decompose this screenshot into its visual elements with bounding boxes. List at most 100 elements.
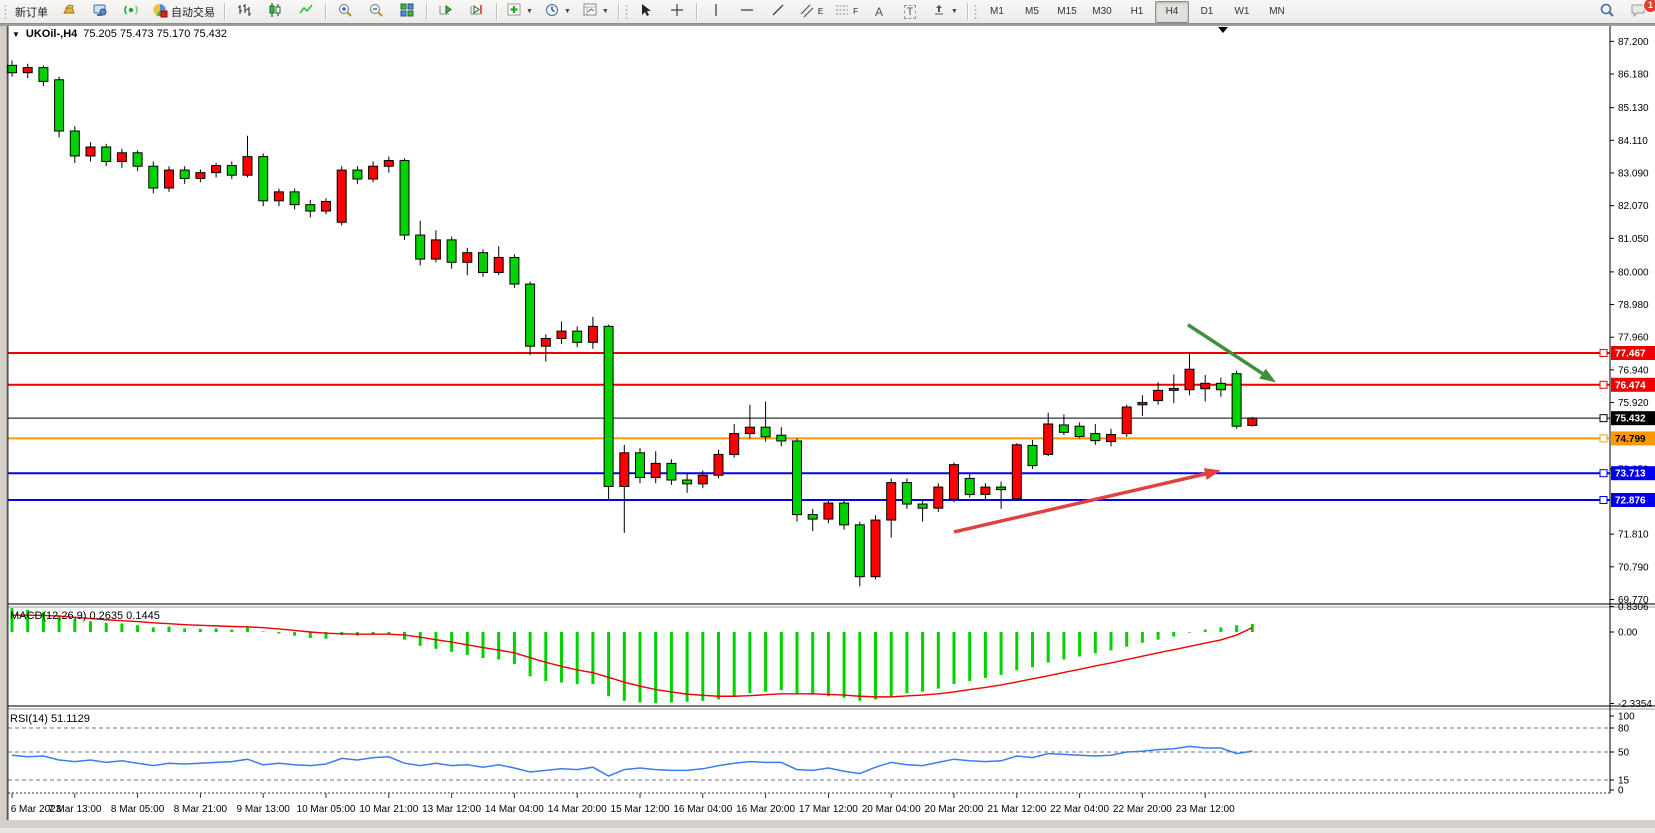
svg-text:22 Mar 20:00: 22 Mar 20:00 (1113, 804, 1172, 815)
templates-button[interactable]: ▼ (577, 1, 614, 23)
svg-text:-2.3354: -2.3354 (1618, 699, 1652, 710)
rsi-indicator-label: RSI(14) 51.1129 (10, 713, 90, 725)
candle-body (1138, 403, 1147, 405)
chart-background (8, 26, 1655, 820)
text-tool-glyph: A (875, 5, 883, 19)
chart-shift-button[interactable] (462, 1, 492, 23)
candle-body (965, 478, 974, 494)
periods-button[interactable]: ▼ (539, 1, 576, 23)
svg-text:72.876: 72.876 (1615, 496, 1646, 507)
svg-text:20 Mar 20:00: 20 Mar 20:00 (925, 804, 984, 815)
candle-body (353, 170, 362, 179)
vertical-line-tool-button[interactable] (701, 1, 731, 23)
crosshair-tool-button[interactable] (662, 1, 692, 23)
candle-body (1107, 435, 1116, 442)
zoom-out-button[interactable] (361, 1, 391, 23)
tile-windows-icon (399, 2, 415, 21)
signals-button[interactable] (116, 1, 146, 23)
timeframe-button-m1[interactable]: M1 (980, 1, 1014, 23)
dropdown-arrow-icon: ▼ (602, 8, 609, 15)
arrows-tool-button[interactable]: ▼ (926, 1, 963, 23)
new-order-button[interactable]: 新订单 (10, 1, 53, 23)
candle-body (651, 463, 660, 477)
toolbar-separator (426, 3, 427, 20)
vertical-line-icon (708, 2, 724, 21)
svg-text:76.940: 76.940 (1618, 365, 1649, 376)
zoom-in-button[interactable] (330, 1, 360, 23)
toolbar: 新订单 自动交易 ▼ ▼ (0, 0, 1655, 24)
candle-body (479, 253, 488, 273)
svg-text:83.090: 83.090 (1618, 168, 1649, 179)
svg-text:81.050: 81.050 (1618, 234, 1649, 245)
dropdown-arrow-icon: ▼ (526, 8, 533, 15)
text-label-glyph: T (904, 5, 917, 19)
timeframe-button-h4[interactable]: H4 (1155, 1, 1189, 23)
candle-body (431, 240, 440, 259)
new-order-label: 新订单 (15, 4, 48, 20)
timeframe-button-h1[interactable]: H1 (1120, 1, 1154, 23)
chart-shift-icon (469, 2, 485, 21)
timeframe-button-d1[interactable]: D1 (1190, 1, 1224, 23)
candle-body (981, 487, 990, 494)
cursor-tool-button[interactable] (631, 1, 661, 23)
chart-canvas[interactable]: 87.20086.18085.13084.11083.09082.07081.0… (0, 24, 1655, 828)
toolbar-grip[interactable] (4, 4, 7, 20)
candle-body (1044, 424, 1053, 454)
notification-badge: 1 (1643, 0, 1655, 13)
terminal-icon (92, 2, 108, 21)
trendline-tool-button[interactable] (763, 1, 793, 23)
svg-text:0.8306: 0.8306 (1618, 602, 1649, 613)
candle-body (337, 170, 346, 222)
svg-text:80.000: 80.000 (1618, 267, 1649, 278)
candle-body (745, 427, 754, 433)
candlestick-mode-button[interactable] (260, 1, 290, 23)
channel-glyph: E (818, 7, 823, 16)
autotrade-button[interactable]: 自动交易 (147, 1, 220, 23)
candle-body (149, 166, 158, 188)
trendline-icon (770, 2, 786, 21)
arrow-shapes-icon (931, 2, 947, 21)
fibonacci-tool-button[interactable]: F (829, 1, 863, 23)
candle-body (1216, 383, 1225, 389)
svg-text:84.110: 84.110 (1618, 136, 1648, 147)
candle-body (1091, 434, 1100, 441)
bar-chart-mode-button[interactable] (229, 1, 259, 23)
horizontal-line-tool-button[interactable] (732, 1, 762, 23)
timeframe-button-m15[interactable]: M15 (1050, 1, 1084, 23)
notifications-button[interactable]: 1 (1623, 1, 1653, 23)
history-center-button[interactable] (54, 1, 84, 23)
cursor-icon (638, 2, 654, 21)
chart-window: ▼ UKOil-,H4 75.205 75.473 75.170 75.432 … (0, 24, 1655, 828)
indicators-button[interactable]: ▼ (501, 1, 538, 23)
timeframe-button-m5[interactable]: M5 (1015, 1, 1049, 23)
candle-body (117, 153, 126, 162)
candle-body (526, 284, 535, 346)
candle-body (259, 157, 268, 201)
svg-text:86.180: 86.180 (1618, 70, 1649, 81)
line-chart-mode-button[interactable] (291, 1, 321, 23)
timeframe-button-m30[interactable]: M30 (1085, 1, 1119, 23)
svg-text:50: 50 (1618, 748, 1630, 759)
zoom-in-icon (337, 2, 353, 21)
candle-body (1185, 369, 1194, 389)
auto-scroll-icon (438, 2, 454, 21)
svg-text:7 Mar 13:00: 7 Mar 13:00 (48, 804, 102, 815)
toolbar-grip[interactable] (625, 4, 628, 20)
text-label-tool-button[interactable]: T (895, 1, 925, 23)
candle-body (400, 160, 409, 235)
text-tool-button[interactable]: A (864, 1, 894, 23)
tile-windows-button[interactable] (392, 1, 422, 23)
candle-body (8, 65, 17, 72)
auto-scroll-button[interactable] (431, 1, 461, 23)
timeframe-button-mn[interactable]: MN (1260, 1, 1294, 23)
svg-text:17 Mar 12:00: 17 Mar 12:00 (799, 804, 858, 815)
candle-body (1232, 374, 1241, 427)
chart-ohlc-label: 75.205 75.473 75.170 75.432 (83, 28, 227, 40)
toolbar-grip[interactable] (974, 4, 977, 20)
symbol-dropdown-icon[interactable]: ▼ (12, 30, 20, 39)
metaeditor-button[interactable] (85, 1, 115, 23)
channel-tool-button[interactable]: E (794, 1, 828, 23)
timeframe-button-w1[interactable]: W1 (1225, 1, 1259, 23)
search-button[interactable] (1592, 1, 1622, 23)
autotrade-label: 自动交易 (171, 4, 215, 20)
